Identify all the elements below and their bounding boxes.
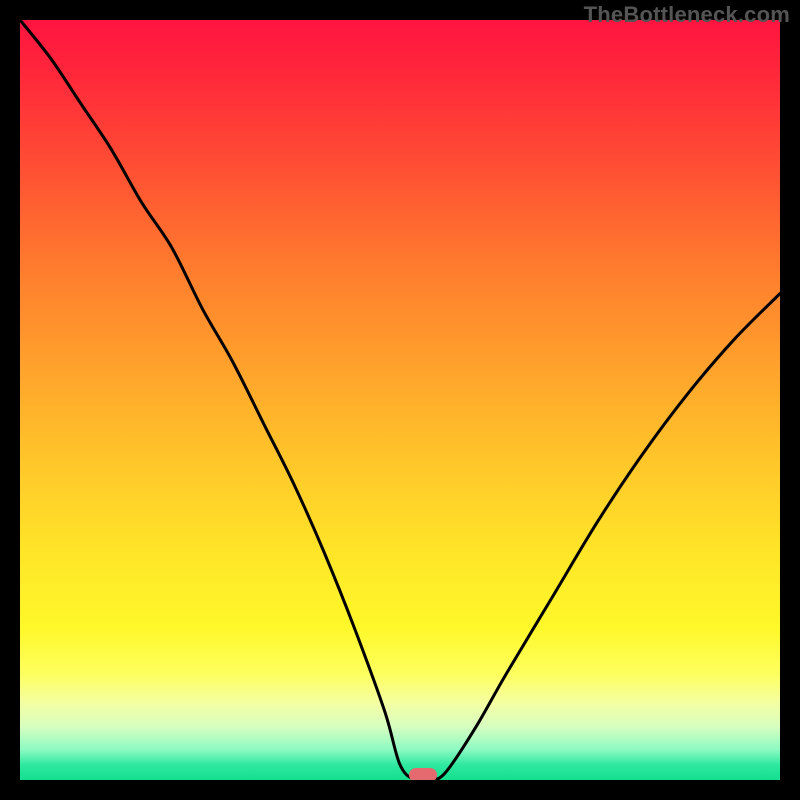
bottleneck-curve — [20, 20, 780, 780]
plot-area — [20, 20, 780, 780]
chart-frame: TheBottleneck.com — [0, 0, 800, 800]
minimum-marker — [409, 768, 437, 780]
watermark-text: TheBottleneck.com — [584, 2, 790, 28]
